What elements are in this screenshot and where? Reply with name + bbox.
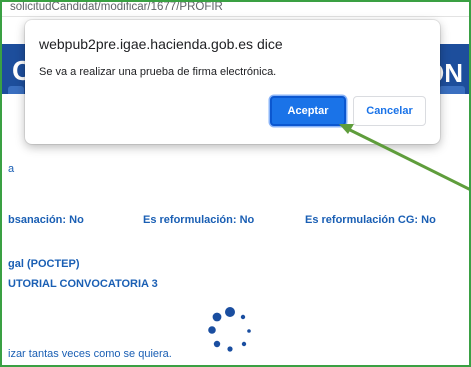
reformulacion-field: Es reformulación: No — [143, 214, 255, 226]
section-fragment: a — [8, 163, 15, 175]
loading-spinner-icon — [208, 307, 251, 352]
reformulacion-cg-field: Es reformulación CG: No — [305, 214, 436, 226]
cancel-button[interactable]: Cancelar — [353, 96, 426, 126]
dialog-title: webpub2pre.igae.hacienda.gob.es dice — [39, 36, 283, 52]
dialog-message: Se va a realizar una prueba de firma ele… — [39, 66, 277, 78]
subsanacion-field: bsanación: No — [8, 214, 84, 226]
accept-button[interactable]: Aceptar — [270, 96, 346, 126]
alert-dialog: webpub2pre.igae.hacienda.gob.es dice Se … — [25, 20, 440, 144]
footer-note: izar tantas veces como se quiera. — [8, 348, 172, 360]
program-name: gal (POCTEP) — [8, 258, 80, 270]
convocatoria-name: UTORIAL CONVOCATORIA 3 — [8, 278, 158, 290]
